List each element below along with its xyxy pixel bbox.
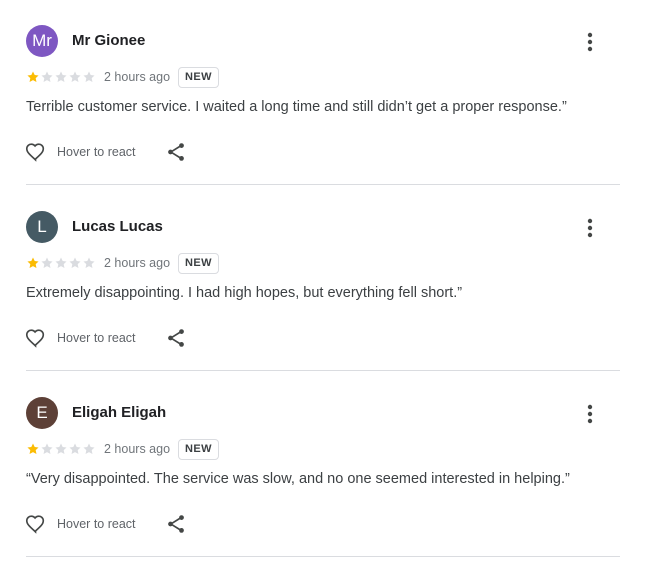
- reviewer-name[interactable]: Mr Gionee: [72, 32, 145, 49]
- star-filled-icon: [27, 443, 39, 455]
- new-badge: NEW: [178, 439, 219, 460]
- star-empty-icon: [83, 443, 95, 455]
- react-label: Hover to react: [57, 517, 136, 531]
- react-button[interactable]: Hover to react: [24, 512, 136, 536]
- avatar[interactable]: L: [26, 211, 58, 243]
- star-empty-icon: [55, 443, 67, 455]
- react-label: Hover to react: [57, 331, 136, 345]
- star-empty-icon: [69, 443, 81, 455]
- share-icon[interactable]: [165, 513, 187, 535]
- react-label: Hover to react: [57, 145, 136, 159]
- divider: [26, 370, 620, 371]
- star-empty-icon: [41, 71, 53, 83]
- star-filled-icon: [27, 71, 39, 83]
- reviewer-name[interactable]: Eligah Eligah: [72, 404, 166, 421]
- star-rating: [26, 70, 96, 84]
- more-vert-icon[interactable]: [578, 400, 602, 428]
- review-text: “Very disappointed. The service was slow…: [26, 471, 570, 487]
- star-rating: [26, 256, 96, 270]
- star-empty-icon: [41, 443, 53, 455]
- divider: [26, 556, 620, 557]
- new-badge: NEW: [178, 253, 219, 274]
- star-empty-icon: [41, 257, 53, 269]
- heart-outline-icon: [25, 143, 45, 162]
- heart-outline-icon: [25, 515, 45, 534]
- star-empty-icon: [83, 71, 95, 83]
- review-time: 2 hours ago: [104, 70, 171, 84]
- review-time: 2 hours ago: [104, 256, 171, 270]
- review-text: Extremely disappointing. I had high hope…: [26, 285, 463, 301]
- reviewer-name[interactable]: Lucas Lucas: [72, 218, 163, 235]
- star-empty-icon: [69, 257, 81, 269]
- star-filled-icon: [27, 257, 39, 269]
- review-card: L Lucas Lucas 2 hours ago NEW Extremely …: [0, 186, 645, 372]
- avatar[interactable]: E: [26, 397, 58, 429]
- star-empty-icon: [83, 257, 95, 269]
- review-card: Mr Mr Gionee 2 hours ago NEW Terrible cu…: [0, 0, 645, 186]
- review-card: E Eligah Eligah 2 hours ago NEW “Very di…: [0, 372, 645, 558]
- more-vert-icon[interactable]: [578, 28, 602, 56]
- star-empty-icon: [69, 71, 81, 83]
- heart-outline-icon: [25, 329, 45, 348]
- more-vert-icon[interactable]: [578, 214, 602, 242]
- review-text: Terrible customer service. I waited a lo…: [26, 99, 567, 115]
- react-button[interactable]: Hover to react: [24, 140, 136, 164]
- review-time: 2 hours ago: [104, 442, 171, 456]
- divider: [26, 184, 620, 185]
- star-empty-icon: [55, 257, 67, 269]
- share-icon[interactable]: [165, 327, 187, 349]
- star-empty-icon: [55, 71, 67, 83]
- new-badge: NEW: [178, 67, 219, 88]
- share-icon[interactable]: [165, 141, 187, 163]
- react-button[interactable]: Hover to react: [24, 326, 136, 350]
- avatar[interactable]: Mr: [26, 25, 58, 57]
- star-rating: [26, 442, 96, 456]
